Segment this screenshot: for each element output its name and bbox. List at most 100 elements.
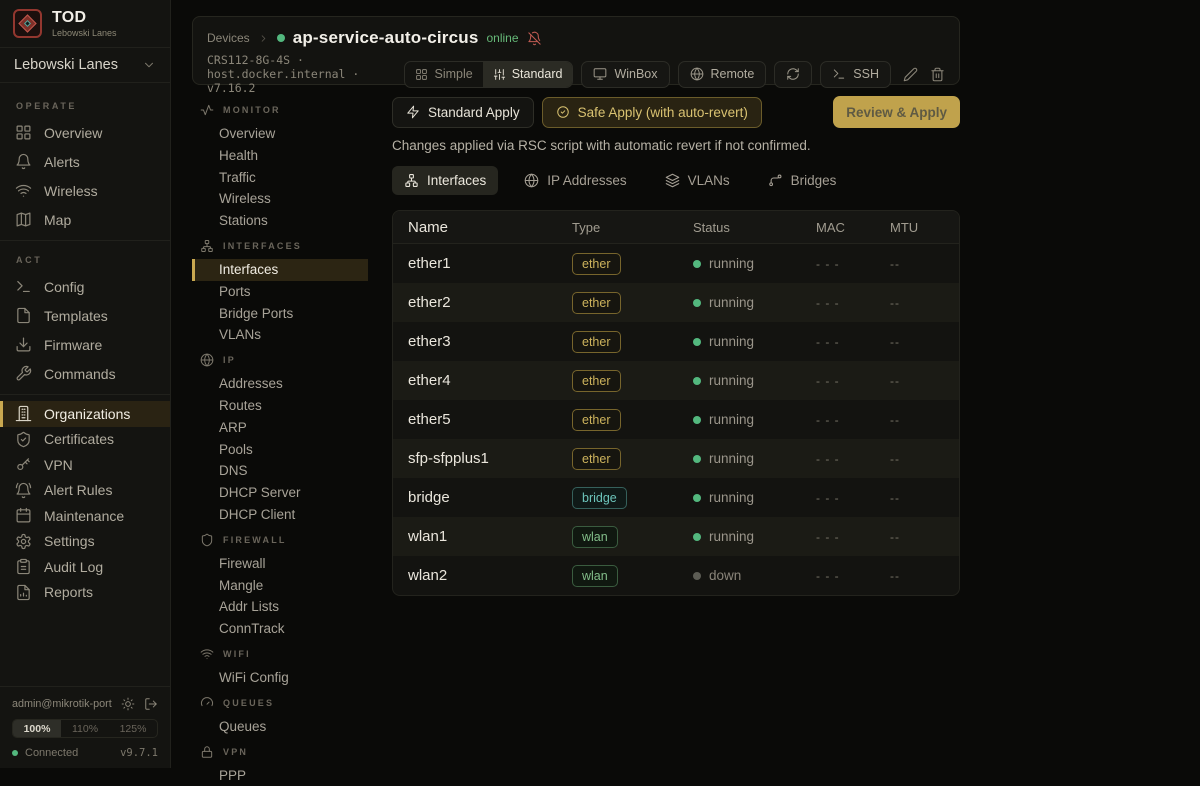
refresh-button[interactable] [774,61,812,88]
sidebar-item-label: Settings [44,533,95,549]
sidebar-item[interactable]: Map [0,205,170,234]
tree-item[interactable]: Bridge Ports [192,303,368,325]
tree-item[interactable]: Overview [192,123,368,145]
tree-item[interactable]: Wireless [192,188,368,210]
circle-check-icon [556,105,570,119]
sidebar-item[interactable]: Certificates [0,427,170,453]
safe-apply-button[interactable]: Safe Apply (with auto-revert) [542,97,762,128]
tree-item[interactable]: Routes [192,395,368,417]
delete-trash-icon[interactable] [930,67,945,82]
sidebar-item[interactable]: Commands [0,359,170,388]
sidebar-item[interactable]: Alerts [0,147,170,176]
sidebar-item-label: Map [44,212,71,228]
table-row[interactable]: sfp-sfpplus1 ether running - - - [393,439,959,478]
tree-item[interactable]: DHCP Server [192,482,368,504]
content-tab[interactable]: Interfaces [392,166,498,195]
sidebar-item[interactable]: Templates [0,301,170,330]
sliders-icon [493,68,506,81]
sidebar-item[interactable]: Reports [0,580,170,606]
interface-name: bridge [393,489,557,506]
type-badge: ether [572,331,621,353]
tree-item[interactable]: Addresses [192,373,368,395]
table-row[interactable]: wlan1 wlan running - - - [393,517,959,556]
breadcrumb-devices[interactable]: Devices [207,31,250,45]
sidebar-item-label: Overview [44,125,102,141]
content-tab[interactable]: Bridges [756,166,849,195]
sidebar-item[interactable]: Organizations [0,401,170,427]
content-tab[interactable]: IP Addresses [512,166,638,195]
type-badge: ether [572,253,621,275]
sidebar-item[interactable]: Settings [0,529,170,555]
gauge-icon [200,696,214,710]
app-title: TOD [52,9,117,27]
review-apply-button[interactable]: Review & Apply [833,96,960,128]
logout-icon[interactable] [144,697,158,711]
sidebar-item-icon [15,431,32,448]
content-tab[interactable]: VLANs [653,166,742,195]
winbox-button[interactable]: WinBox [581,61,669,88]
remote-button[interactable]: Remote [678,61,767,88]
tree-item[interactable]: DHCP Client [192,504,368,526]
device-meta: CRS112-8G-4S · host.docker.internal · v7… [207,53,404,95]
sidebar-item-label: Reports [44,584,93,600]
table-row[interactable]: bridge bridge running - - - [393,478,959,517]
tree-item[interactable]: Firewall [192,553,368,575]
table-row[interactable]: ether4 ether running - - - [393,361,959,400]
sidebar-item[interactable]: Audit Log [0,554,170,580]
col-mtu: MTU [875,220,959,235]
status-dot [693,260,701,268]
theme-toggle-sun-icon[interactable] [121,697,135,711]
zap-icon [406,105,420,119]
view-toggle-simple[interactable]: Simple [405,62,482,87]
status-dot [693,416,701,424]
tree-item[interactable]: Ports [192,281,368,303]
sidebar-section-act: ACT [0,247,170,272]
sidebar-item[interactable]: Config [0,272,170,301]
sidebar-item[interactable]: Wireless [0,176,170,205]
app-logo-icon [13,9,42,38]
ui-zoom-option[interactable]: 125% [109,720,157,737]
mac-value: - - - [801,374,875,388]
table-row[interactable]: wlan2 wlan down - - - -- [393,556,959,595]
sidebar-item[interactable]: Overview [0,118,170,147]
tree-item[interactable]: VLANs [192,324,368,346]
sidebar-item-label: Certificates [44,431,114,447]
ui-zoom-switcher: 100% 110% 125% [12,719,158,738]
view-toggle-standard[interactable]: Standard [483,62,573,87]
sidebar-item-label: Maintenance [44,508,124,524]
sidebar-item[interactable]: Firmware [0,330,170,359]
grid-icon [415,68,428,81]
tree-item[interactable]: Stations [192,210,368,232]
tree-item[interactable]: ARP [192,417,368,439]
sidebar-item-icon [15,365,32,382]
table-row[interactable]: ether2 ether running - - - [393,283,959,322]
sidebar-item[interactable]: Alert Rules [0,478,170,504]
table-row[interactable]: ether3 ether running - - - [393,322,959,361]
connection-status: Connected [25,747,78,759]
tree-item[interactable]: WiFi Config [192,667,368,689]
tree-item[interactable]: Queues [192,716,368,738]
ssh-button[interactable]: SSH [820,61,891,88]
standard-apply-button[interactable]: Standard Apply [392,97,534,128]
device-online-dot [277,34,285,42]
tree-item[interactable]: Mangle [192,575,368,597]
tree-item[interactable]: Interfaces [192,259,368,281]
tree-item[interactable]: Health [192,145,368,167]
ui-zoom-option[interactable]: 100% [13,720,61,737]
edit-pencil-icon[interactable] [903,67,918,82]
status-dot [693,338,701,346]
tree-item[interactable]: Addr Lists [192,596,368,618]
table-row[interactable]: ether5 ether running - - - [393,400,959,439]
sidebar-item[interactable]: VPN [0,452,170,478]
tree-item[interactable]: Traffic [192,167,368,189]
bell-off-icon[interactable] [527,31,542,46]
col-status: Status [678,220,801,235]
status-label: running [709,529,754,544]
tree-item[interactable]: ConnTrack [192,618,368,640]
tree-item[interactable]: DNS [192,460,368,482]
org-selector[interactable]: Lebowski Lanes [0,48,170,83]
sidebar-item[interactable]: Maintenance [0,503,170,529]
tree-item[interactable]: Pools [192,439,368,461]
ui-zoom-option[interactable]: 110% [61,720,109,737]
table-row[interactable]: ether1 ether running - - - [393,244,959,283]
